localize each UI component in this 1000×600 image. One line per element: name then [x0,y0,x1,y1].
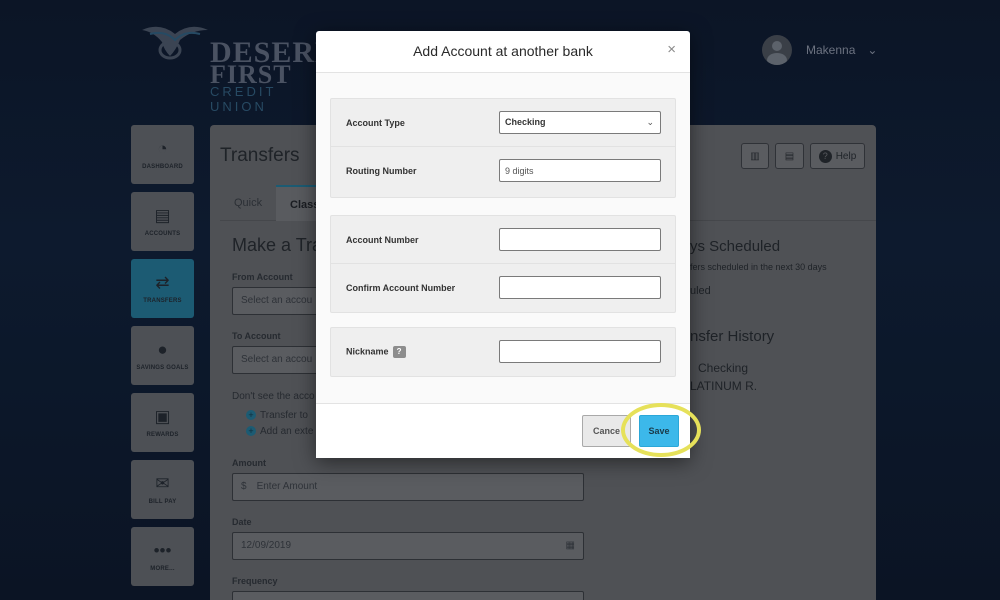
confirm-account-number-label: Confirm Account Number [346,283,456,293]
plus-icon: + [246,426,256,436]
gauge-icon: ◔ [157,139,168,158]
nickname-group: Nickname? [330,327,676,377]
from-account-label: From Account [232,272,293,282]
add-external-link-label: Add an exte [260,426,314,437]
help-icon[interactable]: ? [392,346,406,358]
account-type-value: Checking [505,117,546,127]
history-item[interactable]: Checking [690,361,748,375]
bank-info-group: Account Type Checking ⌄ Routing Number [330,98,676,198]
sidebar-item-savings-goals[interactable]: ● SAVINGS GOALS [131,326,194,385]
add-external-link[interactable]: + Add an exte [246,426,313,437]
bill-icon: ✉ [155,474,170,493]
nickname-input[interactable] [505,341,660,362]
nickname-row: Nickname? [331,328,675,376]
confirm-account-row: Confirm Account Number [331,264,675,312]
bird-logo-icon [142,26,208,60]
account-number-label: Account Number [346,235,419,245]
account-type-select[interactable]: Checking ⌄ [499,111,661,134]
add-account-modal: Add Account at another bank × Account Ty… [316,31,690,458]
amount-label: Amount [232,458,266,468]
confirm-account-number-field[interactable] [499,276,661,299]
more-dots-icon: ••• [153,541,172,560]
account-number-field[interactable] [499,228,661,251]
amount-placeholder: Enter Amount [256,481,318,492]
chevron-down-icon: ⌄ [646,117,654,127]
nickname-label-text: Nickname [346,346,389,357]
help-icon: ? [818,149,832,163]
sidebar-item-label: SAVINGS GOALS [136,365,189,371]
frequency-select[interactable] [232,591,584,600]
tab-quick[interactable]: Quick [220,185,276,221]
sidebar-item-label: BILL PAY [148,499,177,505]
modal-footer: Cance Save [316,403,690,458]
print-icon[interactable]: ▤ [775,143,804,169]
sidebar-item-dashboard[interactable]: ◔ DASHBOARD [131,125,194,184]
history-title: nsfer History [690,328,775,345]
cancel-button[interactable]: Cance [582,415,631,447]
modal-header: Add Account at another bank × [316,31,690,73]
help-button[interactable]: ? Help [810,143,865,169]
transfer-heading: Make a Tra [232,235,323,255]
currency-symbol: $ [241,481,247,492]
wallet-icon: ▤ [154,206,171,225]
transfer-icon: ⇄ [155,273,170,292]
account-number-group: Account Number Confirm Account Number [330,215,676,313]
sidebar-item-transfers[interactable]: ⇄ TRANSFERS [131,259,194,318]
transfer-to-link-label: Transfer to [260,410,308,421]
sidebar-item-label: ACCOUNTS [144,231,181,237]
account-number-input[interactable] [505,229,660,250]
to-account-label: To Account [232,331,281,341]
page-title: Transfers [220,145,300,166]
user-name[interactable]: Makenna [806,43,855,57]
scheduled-subtitle: fers scheduled in the next 30 days [690,262,827,272]
save-button[interactable]: Save [639,415,679,447]
sidebar-item-accounts[interactable]: ▤ ACCOUNTS [131,192,194,251]
sidebar-item-label: TRANSFERS [143,298,182,304]
date-value: 12/09/2019 [241,540,292,551]
routing-number-input[interactable] [505,160,660,181]
modal-title: Add Account at another bank [413,43,593,59]
confirm-account-number-input[interactable] [505,277,660,298]
scheduled-none: uled [690,285,711,297]
history-item-label: LATINUM R. [690,379,758,393]
avatar[interactable] [762,35,792,65]
user-menu[interactable]: Makenna ⌄ [762,35,877,65]
plus-icon: + [246,410,256,420]
help-label: Help [835,150,857,162]
sidebar-item-rewards[interactable]: ▣ REWARDS [131,393,194,452]
account-type-label: Account Type [346,118,405,128]
account-type-row: Account Type Checking ⌄ [331,99,675,147]
history-item[interactable]: LATINUM R. [690,379,757,393]
brand-line-3: CREDIT UNION [210,84,277,114]
routing-row: Routing Number [331,147,675,195]
piggy-bank-icon: ● [157,340,168,359]
routing-number-field[interactable] [499,159,661,182]
sidebar-item-label: MORE... [150,566,175,572]
modal-body: Account Type Checking ⌄ Routing Number A… [316,73,690,403]
scheduled-title: ys Scheduled [690,238,781,255]
amount-input[interactable]: $ Enter Amount [232,473,584,501]
chevron-down-icon[interactable]: ⌄ [867,43,877,57]
gift-icon: ▣ [154,407,171,426]
dont-see-account-text: Don't see the acco [232,391,315,402]
sidebar-item-label: REWARDS [146,432,179,438]
nickname-label: Nickname? [346,346,406,358]
account-number-row: Account Number [331,216,675,264]
brand-logo: DESERET FIRST CREDIT UNION [140,14,356,114]
sidebar-item-bill-pay[interactable]: ✉ BILL PAY [131,460,194,519]
nickname-field[interactable] [499,340,661,363]
layout-toggle-icon[interactable]: ▥ [741,143,769,169]
history-item-label: Checking [698,361,749,375]
sidebar-item-label: DASHBOARD [142,164,183,170]
frequency-label: Frequency [232,576,278,586]
transfer-to-link[interactable]: + Transfer to [246,410,308,421]
routing-number-label: Routing Number [346,166,417,176]
sidebar-item-more[interactable]: ••• MORE... [131,527,194,586]
calendar-icon[interactable]: ▦ [566,533,575,559]
date-label: Date [232,517,252,527]
sidebar: ◔ DASHBOARD ▤ ACCOUNTS ⇄ TRANSFERS ● SAV… [131,125,196,594]
close-icon[interactable]: × [667,42,676,58]
date-input[interactable]: 12/09/2019 ▦ [232,532,584,560]
